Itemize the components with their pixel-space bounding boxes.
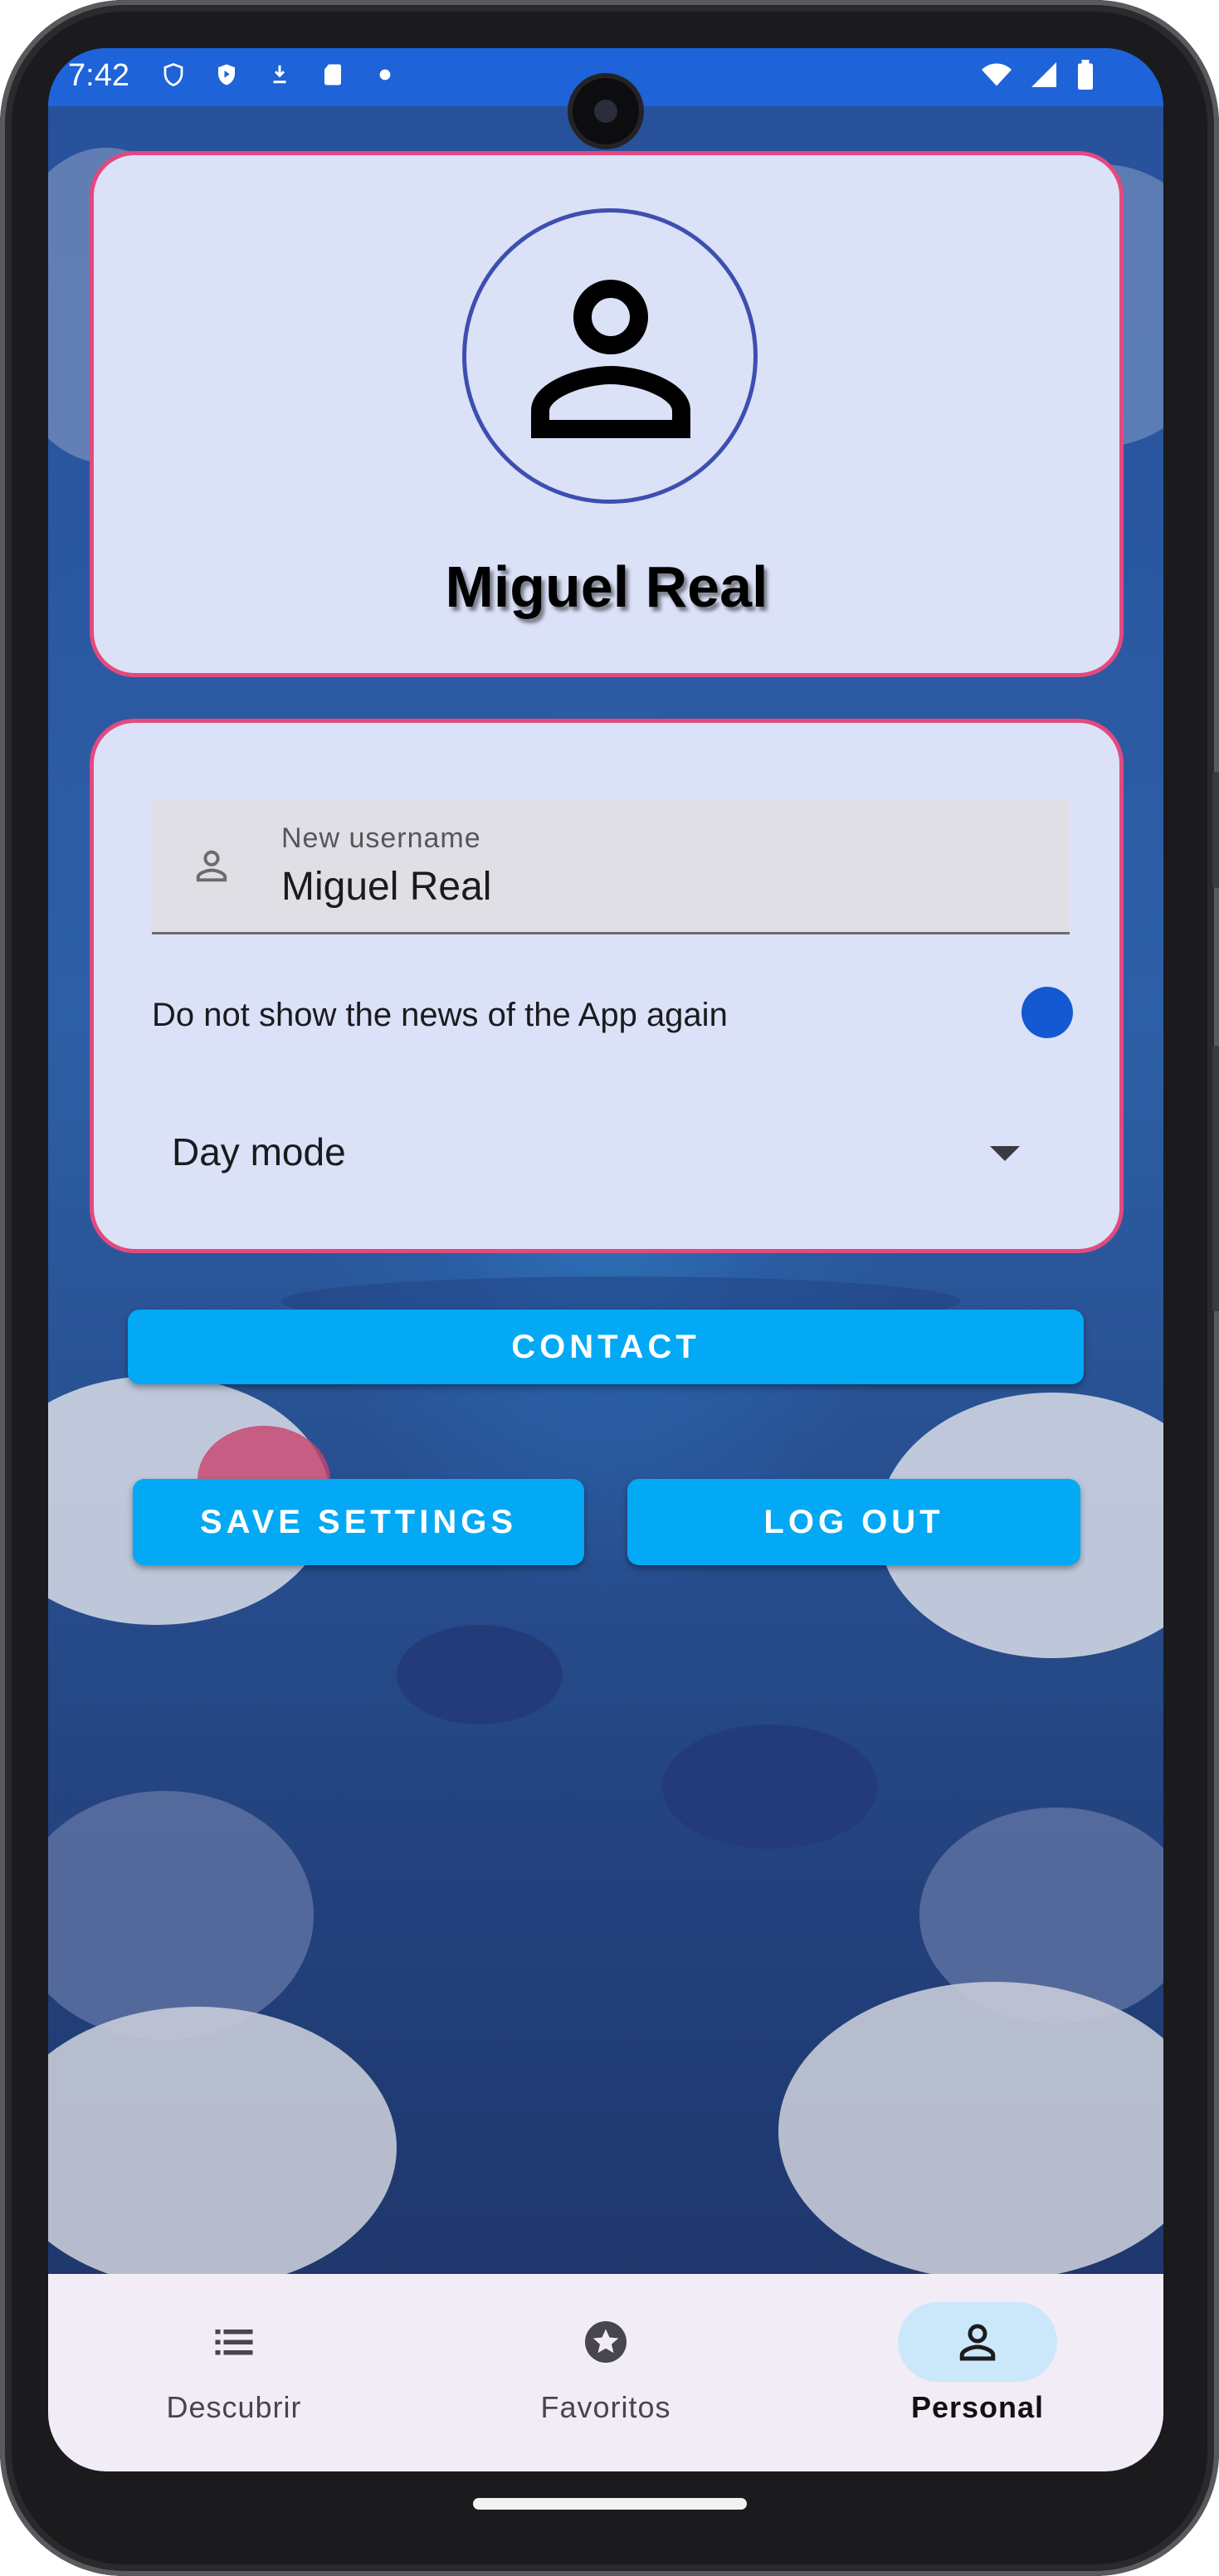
hide-news-toggle[interactable] — [1022, 987, 1073, 1038]
star-icon — [585, 2321, 627, 2363]
theme-dropdown[interactable]: Day mode — [172, 1129, 346, 1174]
dot-icon — [379, 69, 391, 80]
bottom-navigation: Descubrir Favoritos Personal — [48, 2274, 1163, 2471]
username-field[interactable]: New username Miguel Real — [152, 799, 1070, 934]
signal-icon — [1031, 62, 1056, 87]
list-icon — [215, 2330, 253, 2355]
hide-news-label: Do not show the news of the App again — [152, 997, 728, 1033]
avatar[interactable] — [462, 208, 758, 504]
wifi-icon — [982, 63, 1012, 86]
status-time: 7:42 — [68, 58, 129, 93]
settings-card: New username Miguel Real Do not show the… — [90, 719, 1124, 1253]
username-input[interactable]: Miguel Real — [281, 864, 491, 910]
save-settings-button[interactable]: SAVE SETTINGS — [133, 1479, 584, 1565]
play-protect-icon — [218, 64, 235, 85]
sd-card-icon — [324, 64, 341, 85]
phone-frame: 7:42 Miguel Real New username Miguel Rea… — [0, 0, 1219, 2576]
nav-item-descubrir[interactable]: Descubrir — [48, 2274, 420, 2471]
nav-item-personal[interactable]: Personal — [792, 2274, 1163, 2471]
nav-label-descubrir: Descubrir — [166, 2390, 302, 2424]
power-button — [1212, 1046, 1219, 1311]
person-icon — [531, 279, 690, 438]
username-label: New username — [281, 822, 481, 854]
home-indicator[interactable] — [473, 2498, 747, 2510]
profile-card: Miguel Real — [90, 151, 1124, 677]
battery-icon — [1078, 60, 1093, 90]
logout-button[interactable]: LOG OUT — [627, 1479, 1080, 1565]
volume-button — [1212, 772, 1219, 888]
nav-item-favoritos[interactable]: Favoritos — [420, 2274, 792, 2471]
nav-label-favoritos: Favoritos — [540, 2390, 671, 2424]
person-icon — [959, 2324, 996, 2361]
nav-label-personal: Personal — [910, 2390, 1045, 2424]
contact-button[interactable]: CONTACT — [128, 1310, 1084, 1384]
profile-name: Miguel Real — [445, 554, 768, 619]
chevron-down-icon[interactable] — [990, 1146, 1020, 1161]
screen: 7:42 Miguel Real New username Miguel Rea… — [48, 48, 1163, 2471]
download-icon — [273, 65, 286, 84]
front-camera — [573, 78, 639, 144]
person-icon — [196, 850, 227, 882]
shield-icon — [163, 63, 183, 86]
